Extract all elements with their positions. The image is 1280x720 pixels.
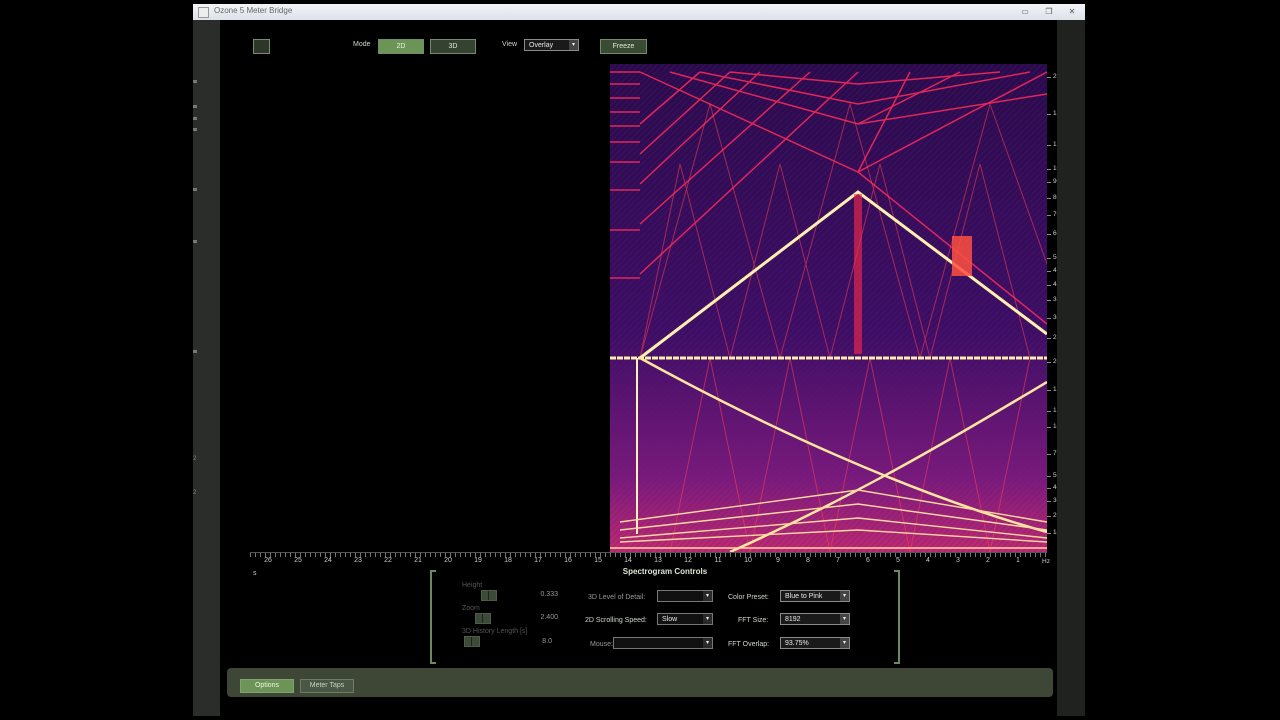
chevron-down-icon: ▾ <box>703 591 712 601</box>
history-length-value: 8.0 <box>542 638 552 645</box>
fft-overlap-value: 93.75% <box>785 640 809 647</box>
vertical-band <box>854 194 862 354</box>
lod-label: 3D Level of Detail: <box>588 594 646 601</box>
height-label: Height <box>462 582 483 589</box>
scroll-speed-label: 2D Scrolling Speed: <box>585 617 647 624</box>
strip-mark <box>193 188 197 191</box>
chevron-down-icon: ▾ <box>840 591 849 601</box>
view-select-value: Overlay <box>529 42 554 49</box>
mode-3d-button[interactable]: 3D <box>430 39 476 54</box>
color-preset-value: Blue to Pink <box>785 593 823 600</box>
meter-bridge-window: Ozone 5 Meter Bridge ▭ ❐ ✕ 2 2 Mode 2D 3… <box>193 4 1085 716</box>
chevron-down-icon: ▾ <box>703 614 712 624</box>
x-tick-label: 8 <box>806 557 810 564</box>
x-tick-label: 23 <box>354 557 362 564</box>
x-tick-label: 13 <box>654 557 662 564</box>
fft-size-value: 8192 <box>785 616 801 623</box>
x-tick-label: 1 <box>1016 557 1020 564</box>
title-bar[interactable]: Ozone 5 Meter Bridge ▭ ❐ ✕ <box>193 4 1085 21</box>
minimize-button[interactable]: ▭ <box>1016 6 1034 17</box>
noise-burst <box>952 236 972 276</box>
scroll-speed-select[interactable]: Slow ▾ <box>657 613 713 625</box>
height-value: 0.333 <box>540 591 558 598</box>
zoom-label: Zoom <box>462 605 480 612</box>
panel-bracket-right <box>894 570 900 664</box>
strip-mark <box>193 240 197 243</box>
lod-select[interactable]: ▾ <box>657 590 713 602</box>
strip-mark <box>193 80 197 83</box>
color-preset-select[interactable]: Blue to Pink ▾ <box>780 590 850 602</box>
x-tick-label: 9 <box>776 557 780 564</box>
x-tick-label: 26 <box>264 557 272 564</box>
mode-2d-button[interactable]: 2D <box>378 39 424 54</box>
x-tick-label: 12 <box>684 557 692 564</box>
x-tick-label: 22 <box>384 557 392 564</box>
x-tick-label: 3 <box>956 557 960 564</box>
x-tick-label: 17 <box>534 557 542 564</box>
spectrogram-display[interactable] <box>610 64 1047 552</box>
left-panel-strip: 2 2 <box>193 20 220 716</box>
x-tick-label: 15 <box>594 557 602 564</box>
strip-mark <box>193 350 197 353</box>
x-tick-label: 7 <box>836 557 840 564</box>
meter-taps-tab[interactable]: Meter Taps <box>300 679 354 693</box>
controls-title: Spectrogram Controls <box>622 567 708 576</box>
strip-mark <box>193 105 197 108</box>
strip-mark <box>193 117 197 120</box>
bottom-tab-bar: Options Meter Taps <box>227 668 1053 697</box>
panel-bracket-left <box>430 570 436 664</box>
chevron-down-icon: ▾ <box>703 638 712 648</box>
window-toggle-button[interactable] <box>253 39 270 54</box>
restore-button[interactable]: ❐ <box>1040 6 1058 17</box>
x-tick-label: 20 <box>444 557 452 564</box>
chevron-down-icon: ▾ <box>840 614 849 624</box>
history-length-label: 3D History Length [s] <box>462 628 528 635</box>
x-tick-label: 14 <box>624 557 632 564</box>
strip-mark <box>193 128 197 131</box>
height-slider[interactable] <box>481 590 497 601</box>
chevron-down-icon: ▾ <box>569 40 578 50</box>
zoom-value: 2.400 <box>540 614 558 621</box>
spectrogram-controls-panel: Spectrogram Controls Height 0.333 Zoom 2… <box>430 566 900 666</box>
view-label: View <box>502 41 518 48</box>
fft-size-select[interactable]: 8192 ▾ <box>780 613 850 625</box>
x-tick-label: 19 <box>474 557 482 564</box>
x-tick-label: 11 <box>714 557 722 564</box>
x-tick-label: 6 <box>866 557 870 564</box>
freeze-button[interactable]: Freeze <box>600 39 647 54</box>
window-title: Ozone 5 Meter Bridge <box>214 6 293 15</box>
options-tab[interactable]: Options <box>240 679 294 693</box>
x-tick-label: 5 <box>896 557 900 564</box>
x-tick-label: 25 <box>294 557 302 564</box>
main-panel: Mode 2D 3D View Overlay ▾ Freeze Hz 26 2… <box>220 20 1071 716</box>
right-frame <box>1057 20 1085 716</box>
x-unit-label: s <box>253 570 257 577</box>
zoom-slider[interactable] <box>475 613 491 624</box>
x-tick-label: 16 <box>564 557 572 564</box>
fft-overlap-select[interactable]: 93.75% ▾ <box>780 637 850 649</box>
view-select[interactable]: Overlay ▾ <box>524 39 579 51</box>
strip-label: 2 <box>193 456 197 462</box>
x-tick-label: 10 <box>744 557 752 564</box>
x-tick-label: 2 <box>986 557 990 564</box>
color-preset-label: Color Preset: <box>728 594 769 601</box>
app-icon <box>198 7 209 18</box>
mouse-label: Mouse: <box>590 641 613 648</box>
scroll-speed-value: Slow <box>662 616 678 623</box>
x-tick-label: 24 <box>324 557 332 564</box>
mode-label: Mode <box>353 41 371 48</box>
history-length-slider[interactable] <box>464 636 480 647</box>
strip-label: 2 <box>193 490 197 496</box>
x-tick-label: 21 <box>414 557 422 564</box>
chevron-down-icon: ▾ <box>840 638 849 648</box>
close-button[interactable]: ✕ <box>1063 6 1081 17</box>
spectrogram-grain <box>610 64 1047 552</box>
fft-size-label: FFT Size: <box>738 617 769 624</box>
fft-overlap-label: FFT Overlap: <box>728 641 770 648</box>
x-tick-label: 18 <box>504 557 512 564</box>
x-tick-label: 4 <box>926 557 930 564</box>
mouse-select[interactable]: ▾ <box>613 637 713 649</box>
